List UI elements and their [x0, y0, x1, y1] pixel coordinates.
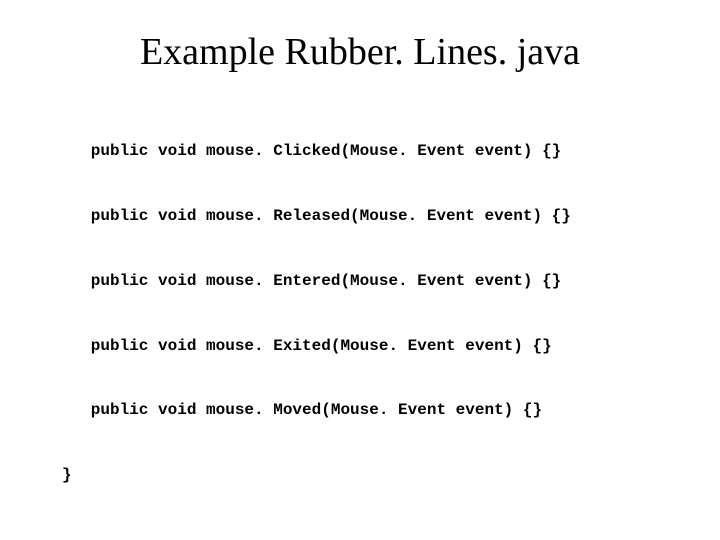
- code-text: public void mouse. Entered(Mouse. Event …: [91, 272, 561, 290]
- code-line: public void mouse. Clicked(Mouse. Event …: [62, 141, 670, 163]
- code-text: public void mouse. Exited(Mouse. Event e…: [91, 337, 552, 355]
- slide-container: Example Rubber. Lines. java public void …: [0, 0, 720, 540]
- code-line: public void mouse. Released(Mouse. Event…: [62, 206, 670, 228]
- code-line: public void mouse. Moved(Mouse. Event ev…: [62, 400, 670, 422]
- code-line: public void mouse. Entered(Mouse. Event …: [62, 271, 670, 293]
- code-text: public void mouse. Released(Mouse. Event…: [91, 207, 571, 225]
- code-line: public void mouse. Exited(Mouse. Event e…: [62, 336, 670, 358]
- code-text: public void mouse. Moved(Mouse. Event ev…: [91, 401, 542, 419]
- slide-title: Example Rubber. Lines. java: [50, 30, 670, 74]
- code-block: public void mouse. Clicked(Mouse. Event …: [50, 98, 670, 530]
- code-text: public void mouse. Clicked(Mouse. Event …: [91, 142, 561, 160]
- code-closing-brace: }: [62, 465, 670, 487]
